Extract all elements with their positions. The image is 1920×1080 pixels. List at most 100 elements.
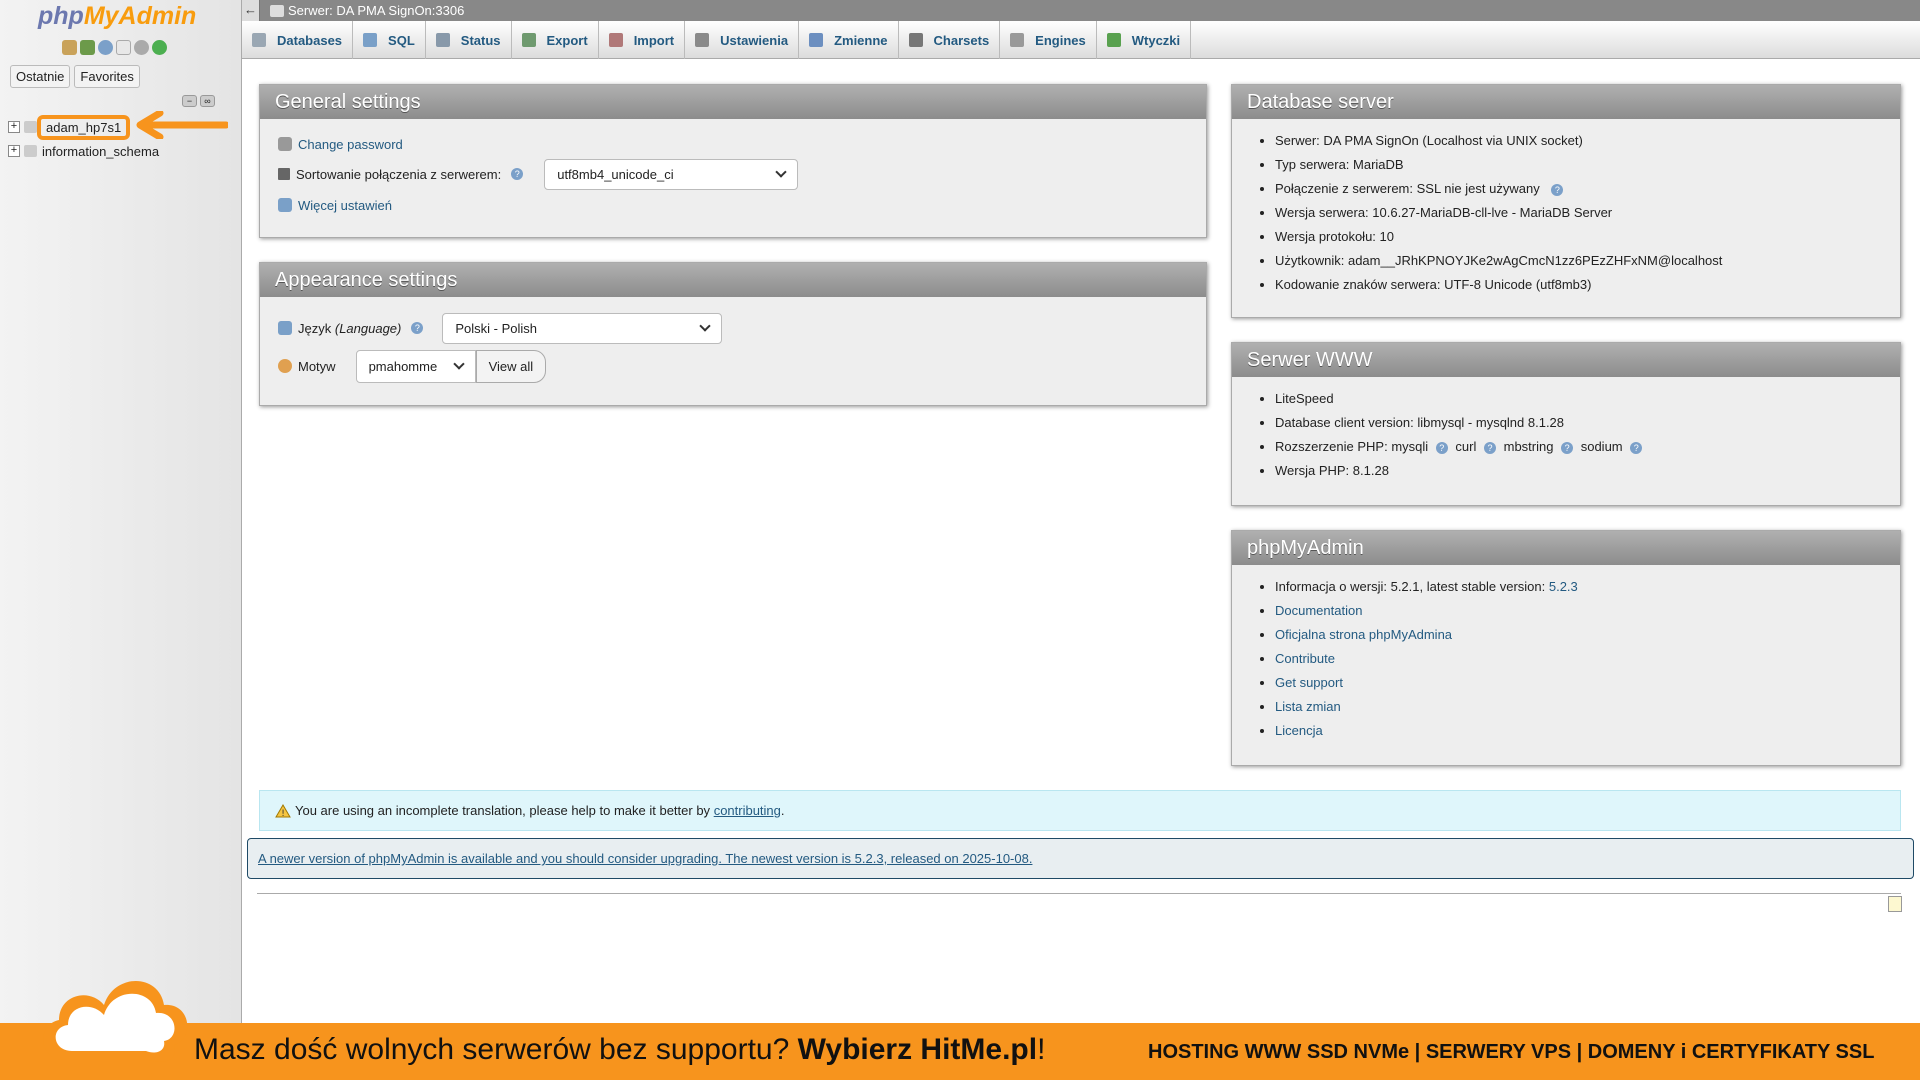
help-icon[interactable]: ? <box>1551 184 1564 196</box>
collapse-sidebar-icon[interactable]: ← <box>242 0 260 21</box>
tab-wtyczki[interactable]: Wtyczki <box>1097 21 1192 59</box>
view-all-themes-button[interactable]: View all <box>475 349 547 383</box>
tree-label[interactable]: adam_hp7s1 <box>37 114 131 140</box>
palette-icon <box>278 359 292 373</box>
theme-value: pmahomme <box>368 358 438 374</box>
appearance-settings-panel: Appearance settings Język (Language) ? P… <box>259 262 1207 406</box>
language-label-en: (Language) <box>334 320 402 336</box>
sql-icon <box>363 33 378 47</box>
language-select[interactable]: Polski - Polish <box>442 312 723 344</box>
database-icon <box>252 33 266 47</box>
collation-value: utf8mb4_unicode_ci <box>557 166 674 182</box>
status-icon <box>435 33 450 47</box>
tree-label[interactable]: information_schema <box>42 144 159 159</box>
database-server-info-list: Serwer: DA PMA SignOn (Localhost via UNI… <box>1250 129 1882 297</box>
chevron-down-icon <box>775 165 787 178</box>
list-item: Połączenie z serwerem: SSL nie jest używ… <box>1275 177 1882 201</box>
tab-label: Ustawienia <box>720 32 789 48</box>
help-icon[interactable]: ? <box>511 168 524 180</box>
change-password-link[interactable]: Change password <box>298 137 403 152</box>
highlight-arrow-icon <box>136 111 228 139</box>
tab-sql[interactable]: SQL <box>353 21 426 59</box>
translation-notice: ! You are using an incomplete translatio… <box>259 790 1901 831</box>
list-item: Lista zmian <box>1275 695 1882 719</box>
tab-label: Export <box>546 32 588 48</box>
home-icon[interactable] <box>62 40 77 55</box>
tab-favorites[interactable]: Favorites <box>74 65 140 88</box>
logout-icon[interactable] <box>80 40 95 55</box>
php-extension-label: Rozszerzenie PHP: mysqli <box>1275 439 1429 454</box>
help-icon[interactable]: ? <box>1435 442 1448 454</box>
help-icon[interactable]: ? <box>1483 442 1496 454</box>
key-icon <box>278 137 292 151</box>
server-title[interactable]: Serwer: DA PMA SignOn:3306 <box>288 3 464 18</box>
banner-services[interactable]: HOSTING WWW SSD NVMe | SERWERY VPS | DOM… <box>1148 1041 1874 1064</box>
tab-recent[interactable]: Ostatnie <box>10 65 71 88</box>
contribute-link[interactable]: Contribute <box>1275 651 1335 666</box>
tab-label: Zmienne <box>834 32 888 48</box>
tab-charsets[interactable]: Charsets <box>899 21 1001 59</box>
tab-export[interactable]: Export <box>512 21 599 59</box>
collapse-all-icon[interactable]: − <box>182 95 197 107</box>
help-icon[interactable]: ? <box>1561 442 1574 454</box>
reload-icon[interactable] <box>152 40 167 55</box>
latest-version-link[interactable]: 5.2.3 <box>1549 579 1578 594</box>
official-site-link[interactable]: Oficjalna strona phpMyAdmina <box>1275 627 1452 642</box>
list-item: Typ serwera: MariaDB <box>1275 153 1882 177</box>
panel-title: phpMyAdmin <box>1232 531 1900 565</box>
collation-select[interactable]: utf8mb4_unicode_ci <box>544 158 799 190</box>
phpmyadmin-logo[interactable]: phpMyAdmin <box>38 2 196 31</box>
upgrade-notice: A newer version of phpMyAdmin is availab… <box>247 838 1914 879</box>
license-link[interactable]: Licencja <box>1275 723 1323 738</box>
link-icon[interactable]: ∞ <box>200 95 215 107</box>
theme-select[interactable]: pmahomme <box>355 349 476 383</box>
list-item: Licencja <box>1275 719 1882 743</box>
general-settings-panel: General settings Change password Sortowa… <box>259 84 1207 238</box>
list-item: Get support <box>1275 671 1882 695</box>
expand-icon[interactable]: + <box>8 121 20 133</box>
panel-title: Serwer WWW <box>1232 343 1900 377</box>
tab-zmienne[interactable]: Zmienne <box>799 21 899 59</box>
tab-label: Databases <box>277 32 343 48</box>
tab-import[interactable]: Import <box>599 21 686 59</box>
banner-slogan-bold: Wybierz HitMe.pl <box>797 1033 1038 1066</box>
get-support-link[interactable]: Get support <box>1275 675 1343 690</box>
help-icon[interactable]: ? <box>411 322 424 334</box>
expand-icon[interactable]: + <box>8 145 20 157</box>
tab-ustawienia[interactable]: Ustawienia <box>685 21 800 59</box>
list-item: Wersja PHP: 8.1.28 <box>1275 459 1882 483</box>
plugin-icon <box>1106 33 1121 47</box>
contributing-link[interactable]: contributing <box>714 803 781 818</box>
changelog-link[interactable]: Lista zmian <box>1275 699 1341 714</box>
language-label: Język <box>298 320 332 336</box>
wrench-icon <box>695 33 710 47</box>
banner-slogan[interactable]: Masz dość wolnych serwerów bez supportu?… <box>194 1033 1045 1067</box>
notice-text: You are using an incomplete translation,… <box>295 803 711 818</box>
sidebar-icon-row <box>62 40 167 55</box>
database-server-panel: Database server Serwer: DA PMA SignOn (L… <box>1231 84 1901 318</box>
panel-title: Appearance settings <box>260 263 1206 297</box>
banner-slogan-end: ! <box>1037 1033 1046 1066</box>
ssl-status-text: Połączenie z serwerem: SSL nie jest używ… <box>1275 181 1540 196</box>
phpmyadmin-info-panel: phpMyAdmin Informacja o wersji: 5.2.1, l… <box>1231 530 1901 766</box>
docs-icon[interactable] <box>116 40 131 55</box>
tab-label: Status <box>460 32 501 48</box>
tree-item-information-schema[interactable]: + information_schema <box>8 139 159 163</box>
tab-status[interactable]: Status <box>426 21 512 59</box>
collation-icon <box>278 168 290 180</box>
help-icon[interactable]: ? <box>1630 442 1643 454</box>
tab-engines[interactable]: Engines <box>1000 21 1097 59</box>
php-extension-sodium: sodium <box>1580 439 1623 454</box>
tree-controls: − ∞ <box>182 95 215 107</box>
more-settings-link[interactable]: Więcej ustawień <box>298 198 392 213</box>
variables-icon <box>809 33 824 47</box>
export-icon <box>521 33 536 47</box>
upgrade-link[interactable]: A newer version of phpMyAdmin is availab… <box>258 851 1032 866</box>
help-icon[interactable] <box>98 40 113 55</box>
charsets-icon <box>908 33 923 47</box>
console-icon[interactable] <box>1888 896 1902 912</box>
documentation-link[interactable]: Documentation <box>1275 603 1362 618</box>
import-icon <box>608 33 623 47</box>
gear-icon[interactable] <box>134 40 149 55</box>
tab-databases[interactable]: Databases <box>242 21 354 59</box>
